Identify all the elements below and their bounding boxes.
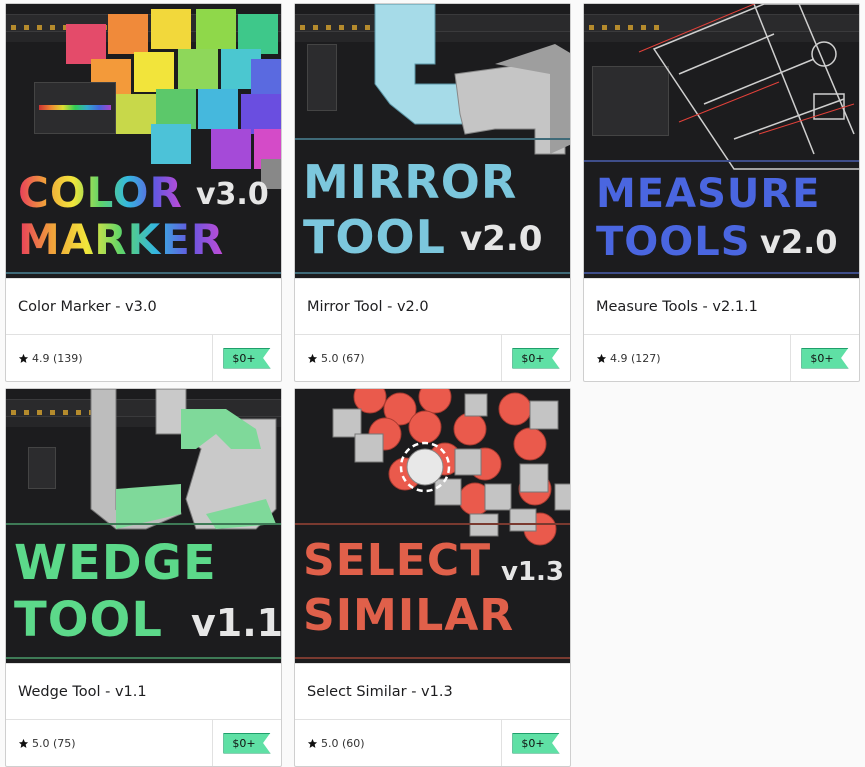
star-icon [596,353,607,363]
product-title[interactable]: Wedge Tool - v1.1 [6,663,281,719]
rating: 5.0 (60) [295,720,501,766]
rating-count: (127) [631,351,661,365]
banner-line-1: SELECT [303,535,492,586]
rating-score: 5.0 [321,351,339,365]
rating-score: 4.9 [32,351,50,365]
banner-line-1: WEDGE [14,535,217,591]
banner-version: v3.0 [196,177,269,212]
product-footer: 4.9 (127) $0+ [584,334,859,381]
product-thumbnail[interactable]: SELECT v1.3 SIMILAR [295,389,570,663]
product-footer: 4.9 (139) $0+ [6,334,281,381]
star-icon [18,353,29,363]
price-badge: $0+ [223,347,271,369]
price-button[interactable]: $0+ [212,720,281,766]
rating: 4.9 (139) [6,335,212,381]
product-card-mirror-tool[interactable]: MIRROR TOOL v2.0 Mirror Tool - v2.0 5.0 … [294,3,571,382]
price-button[interactable]: $0+ [790,335,859,381]
product-card-measure-tools[interactable]: MEASURE TOOLS v2.0 Measure Tools - v2.1.… [583,3,860,382]
product-card-select-similar[interactable]: SELECT v1.3 SIMILAR Select Similar - v1.… [294,388,571,767]
product-title[interactable]: Mirror Tool - v2.0 [295,278,570,334]
product-thumbnail[interactable]: COLOR v3.0 MARKER [6,4,281,278]
star-icon [307,353,318,363]
banner-line-2: SIMILAR [303,590,515,641]
product-title[interactable]: Measure Tools - v2.1.1 [584,278,859,334]
banner-version: v1.3 [501,557,565,587]
banner-version: v1.1 [191,601,281,645]
star-icon [18,738,29,748]
rating-count: (139) [53,351,83,365]
price-button[interactable]: $0+ [501,335,570,381]
product-footer: 5.0 (60) $0+ [295,719,570,766]
product-thumbnail[interactable]: MEASURE TOOLS v2.0 [584,4,859,278]
rating-count: (75) [53,736,76,750]
product-thumbnail[interactable]: MIRROR TOOL v2.0 [295,4,570,278]
rating: 5.0 (67) [295,335,501,381]
banner-line-1: MIRROR [303,155,518,209]
banner-line-2: TOOL [303,210,446,264]
rating: 4.9 (127) [584,335,790,381]
banner-version: v2.0 [460,219,543,259]
price-badge: $0+ [223,732,271,754]
price-button[interactable]: $0+ [501,720,570,766]
rating-score: 5.0 [321,736,339,750]
rating-count: (67) [342,351,365,365]
banner-version: v2.0 [760,223,838,261]
star-icon [307,738,318,748]
product-title[interactable]: Color Marker - v3.0 [6,278,281,334]
banner-line-2: TOOL [14,592,163,648]
banner-line-1: COLOR [18,168,183,217]
product-title[interactable]: Select Similar - v1.3 [295,663,570,719]
product-card-color-marker[interactable]: COLOR v3.0 MARKER Color Marker - v3.0 4.… [5,3,282,382]
banner-line-2: MARKER [18,215,225,264]
banner-line-1: MEASURE [596,171,821,217]
banner-line-2: TOOLS [596,219,751,265]
rating-score: 5.0 [32,736,50,750]
product-footer: 5.0 (67) $0+ [295,334,570,381]
price-button[interactable]: $0+ [212,335,281,381]
product-card-wedge-tool[interactable]: WEDGE TOOL v1.1 Wedge Tool - v1.1 5.0 (7… [5,388,282,767]
rating-count: (60) [342,736,365,750]
price-badge: $0+ [512,732,560,754]
product-thumbnail[interactable]: WEDGE TOOL v1.1 [6,389,281,663]
rating-score: 4.9 [610,351,628,365]
product-footer: 5.0 (75) $0+ [6,719,281,766]
price-badge: $0+ [801,347,849,369]
rating: 5.0 (75) [6,720,212,766]
price-badge: $0+ [512,347,560,369]
color-marker-panel [34,82,116,134]
